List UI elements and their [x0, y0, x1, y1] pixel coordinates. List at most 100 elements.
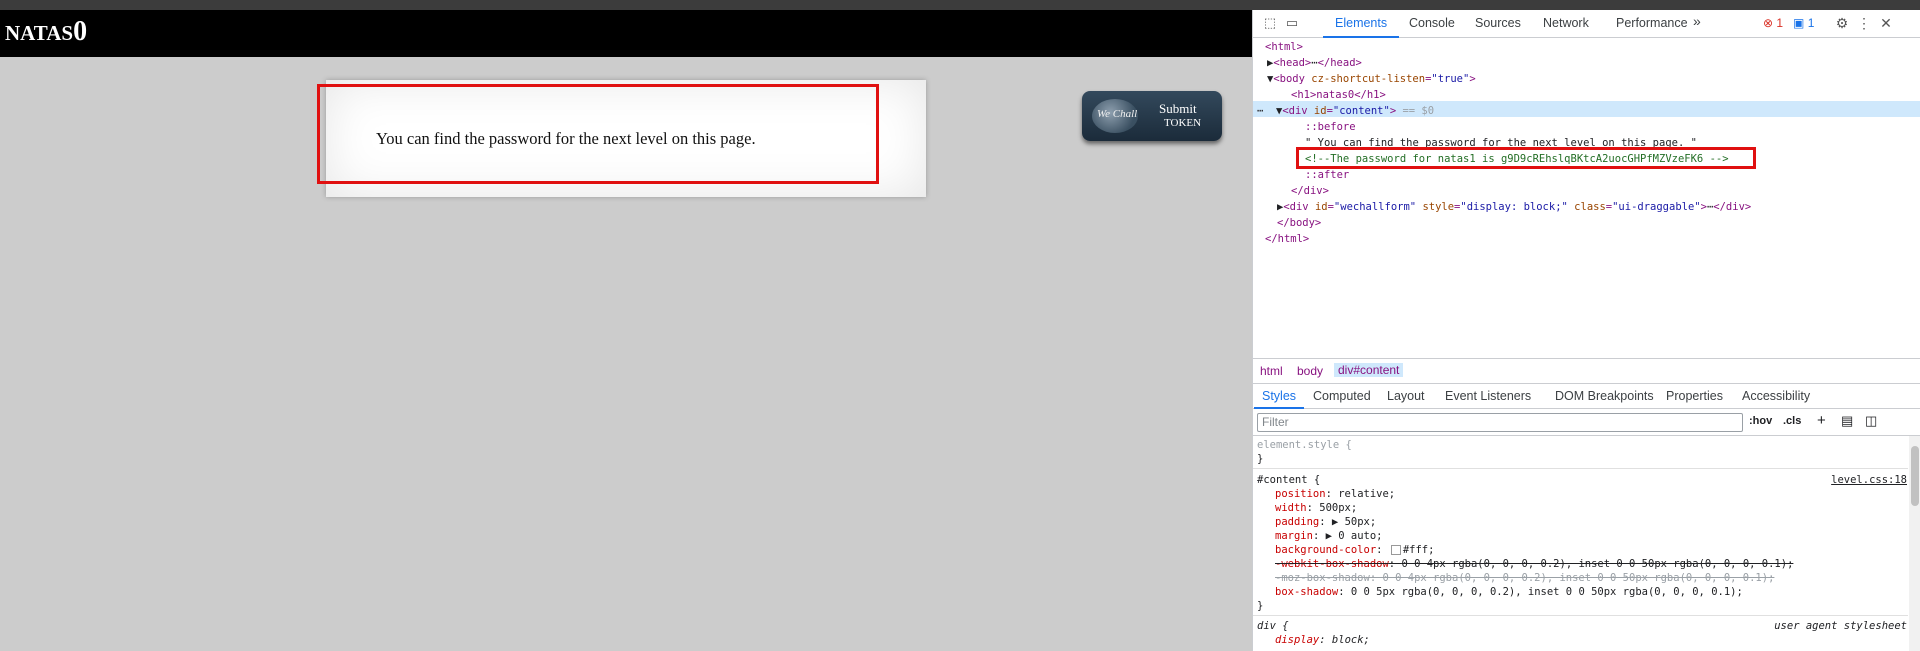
dom-line-body[interactable]: ▼<body cz-shortcut-listen="true"> [1267, 71, 1476, 87]
row-menu-icon[interactable]: ⋯ [1257, 105, 1263, 117]
style-decl-moz-box-shadow[interactable]: -moz-box-shadow: 0 0 4px rgba(0, 0, 0, 0… [1275, 571, 1774, 585]
tag-text: <div [1282, 105, 1314, 117]
style-decl-position[interactable]: position: relative; [1275, 487, 1395, 501]
expand-arrow-icon[interactable]: ▶ [1332, 516, 1338, 528]
dom-line-head[interactable]: ▶<head>⋯</head> [1267, 55, 1362, 71]
gear-icon[interactable]: ⚙ [1835, 16, 1849, 30]
kebab-menu-icon[interactable]: ⋮ [1857, 16, 1871, 30]
message-count: 1 [1807, 16, 1815, 30]
highlight-box-comment [1296, 147, 1756, 169]
title-prefix: NATAS [5, 21, 74, 45]
filter-input[interactable]: Filter [1257, 413, 1743, 432]
prop-value: 0 0 4px rgba(0, 0, 0, 0.2), inset 0 0 50… [1401, 558, 1794, 570]
tag-text: </html> [1265, 233, 1310, 245]
subtab-styles[interactable]: Styles [1253, 389, 1305, 409]
style-decl-width[interactable]: width: 500px; [1275, 501, 1357, 515]
pseudo-text: ::after [1305, 169, 1350, 181]
inspect-element-icon[interactable]: ⬚ [1263, 16, 1277, 30]
attr-value: "display: block;" [1460, 201, 1568, 213]
prop-value: 50px; [1344, 516, 1377, 528]
tag-text: </div> [1713, 201, 1752, 213]
dom-line-before[interactable]: ::before [1305, 119, 1356, 135]
prop-name: position [1275, 488, 1326, 500]
more-tabs-button[interactable]: » [1693, 13, 1701, 29]
style-decl-webkit-box-shadow[interactable]: -webkit-box-shadow: 0 0 4px rgba(0, 0, 0… [1275, 557, 1793, 571]
wechall-logo-text: We Chall [1097, 108, 1138, 120]
prop-name: padding [1275, 516, 1320, 528]
dom-line-div-content[interactable]: ⋯ ▼<div id="content"> == $0 [1257, 103, 1434, 119]
crumb-body[interactable]: body [1297, 364, 1323, 378]
attr-value: "ui-draggable" [1612, 201, 1701, 213]
style-decl-display[interactable]: display: block; [1275, 633, 1370, 647]
natas-page: NATAS0 You can find the password for the… [0, 10, 1252, 651]
attr-value: "wechallform" [1333, 201, 1417, 213]
subtab-computed[interactable]: Computed [1313, 389, 1371, 403]
device-toolbar-icon[interactable]: ▭ [1285, 16, 1299, 30]
page-title: NATAS0 [5, 16, 87, 48]
error-badge[interactable]: ⊗ 1 [1763, 16, 1783, 30]
styles-scrollbar[interactable] [1909, 436, 1920, 651]
prop-value: 0 auto; [1338, 530, 1383, 542]
dom-line-wechallform[interactable]: ▶<div id="wechallform" style="display: b… [1277, 199, 1751, 215]
tab-elements[interactable]: Elements [1322, 16, 1400, 38]
dom-line-body-close[interactable]: </body> [1277, 215, 1321, 231]
rule-divider [1253, 468, 1908, 469]
wechall-submit-button[interactable]: We Chall Submit TOKEN [1082, 91, 1222, 141]
tab-network[interactable]: Network [1543, 16, 1589, 30]
submit-label: Submit [1159, 101, 1197, 116]
rule-close: } [1257, 453, 1264, 465]
tab-console[interactable]: Console [1409, 16, 1455, 30]
rule-close: } [1257, 600, 1264, 612]
user-agent-label: user agent stylesheet [1774, 620, 1907, 632]
crumb-html[interactable]: html [1260, 364, 1283, 378]
dom-line-div-close[interactable]: </div> [1291, 183, 1329, 199]
tag-text: <html> [1265, 41, 1303, 53]
scrollbar-thumb[interactable] [1911, 446, 1919, 506]
dom-line-after[interactable]: ::after [1305, 167, 1349, 183]
dom-line-html-close[interactable]: </html> [1265, 231, 1309, 247]
tab-sources[interactable]: Sources [1475, 16, 1521, 30]
attr-name: id [1313, 105, 1327, 117]
prop-value: #fff; [1402, 544, 1435, 556]
message-badge[interactable]: ▣ 1 [1793, 16, 1814, 30]
subtab-accessibility[interactable]: Accessibility [1742, 389, 1810, 403]
style-decl-background-color[interactable]: background-color: #fff; [1275, 543, 1434, 557]
prop-name: box-shadow [1275, 586, 1339, 598]
paint-brush-icon[interactable]: ▤ [1841, 413, 1853, 429]
prop-value: relative; [1338, 488, 1396, 500]
tab-performance[interactable]: Performance [1616, 16, 1688, 30]
tag-text: <h1>natas0</h1> [1291, 89, 1386, 101]
error-count: 1 [1776, 16, 1784, 30]
tag-text: </head> [1317, 57, 1362, 69]
attr-value: "true" [1431, 73, 1470, 85]
toggle-sidebar-icon[interactable]: ◫ [1865, 413, 1877, 429]
color-swatch-icon[interactable] [1390, 545, 1401, 555]
content-rule-selector[interactable]: #content { [1257, 473, 1320, 487]
tag-text: <body [1273, 73, 1312, 85]
selected-marker: == $0 [1396, 105, 1435, 117]
styles-subtabs: Styles Computed Layout Event Listeners D… [1253, 383, 1920, 409]
close-icon[interactable]: ✕ [1879, 16, 1893, 30]
subtab-dom-breakpoints[interactable]: DOM Breakpoints [1555, 389, 1654, 403]
expand-arrow-icon[interactable]: ▶ [1326, 530, 1332, 542]
styles-filterbar: Filter :hov .cls + ▤ ◫ [1253, 409, 1920, 436]
subtab-event-listeners[interactable]: Event Listeners [1445, 389, 1531, 403]
cls-toggle[interactable]: .cls [1783, 415, 1801, 427]
subtab-layout[interactable]: Layout [1387, 389, 1425, 403]
style-decl-margin[interactable]: margin: ▶ 0 auto; [1275, 529, 1383, 543]
new-rule-icon[interactable]: + [1817, 412, 1826, 429]
style-decl-box-shadow[interactable]: box-shadow: 0 0 5px rgba(0, 0, 0, 0.2), … [1275, 585, 1743, 599]
dom-line-html[interactable]: <html> [1265, 39, 1303, 55]
dom-line-h1[interactable]: <h1>natas0</h1> [1291, 87, 1386, 103]
div-rule-selector[interactable]: div { [1257, 619, 1289, 633]
hov-toggle[interactable]: :hov [1749, 415, 1772, 427]
prop-value: 0 0 5px rgba(0, 0, 0, 0.2), inset 0 0 50… [1350, 586, 1743, 598]
element-style-selector[interactable]: element.style { [1257, 438, 1352, 452]
content-rule-source-link[interactable]: level.css:18 [1831, 473, 1907, 487]
crumb-div-content[interactable]: div#content [1334, 363, 1404, 377]
prop-name: margin [1275, 530, 1313, 542]
attr-name: style [1422, 201, 1455, 213]
subtab-properties[interactable]: Properties [1666, 389, 1723, 403]
style-decl-padding[interactable]: padding: ▶ 50px; [1275, 515, 1376, 529]
prop-name: width [1275, 502, 1307, 514]
